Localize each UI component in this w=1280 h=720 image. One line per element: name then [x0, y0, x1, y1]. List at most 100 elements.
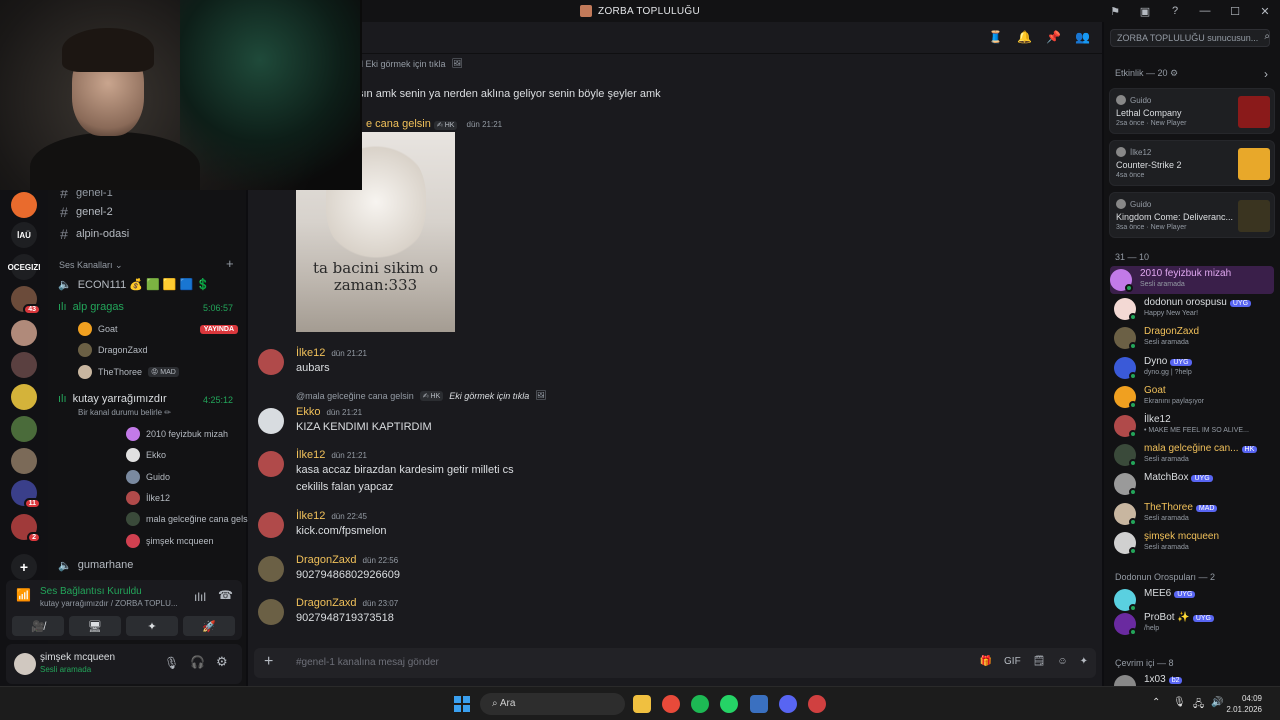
message-author[interactable]: e cana gelsin ✍ HK dün 21:21: [366, 118, 502, 130]
voice-status-title[interactable]: Ses Bağlantısı Kuruldu: [40, 586, 142, 597]
server-icon[interactable]: İAÜ: [11, 222, 37, 248]
volume-icon[interactable]: 🔊: [1211, 697, 1223, 708]
file-explorer-icon[interactable]: [633, 695, 651, 713]
help-icon[interactable]: ?: [1160, 5, 1190, 17]
microphone-icon[interactable]: 🎙: [164, 656, 179, 670]
notification-bell-icon[interactable]: 🔔: [1017, 30, 1032, 44]
avatar[interactable]: [258, 451, 284, 477]
message-author[interactable]: Ekko dün 21:21: [296, 406, 362, 418]
chrome-icon[interactable]: [662, 695, 680, 713]
member-item[interactable]: ProBot ✨ UYG/help: [1114, 610, 1274, 638]
member-item[interactable]: şimşek mcqueen Sesli aramada: [1114, 529, 1274, 557]
voice-channel-econ111[interactable]: 🔈 ECON111 💰 🟩 🟨 🟦 💲: [58, 275, 210, 293]
server-icon[interactable]: [11, 320, 37, 346]
voice-user[interactable]: TheThoree 😡 MAD: [78, 363, 238, 381]
inbox-icon[interactable]: ⚑: [1100, 5, 1130, 18]
member-item[interactable]: DragonZaxd Sesli aramada: [1114, 324, 1274, 352]
member-item[interactable]: Goat Ekranını paylaşıyor: [1114, 383, 1274, 411]
message-author[interactable]: DragonZaxd dün 22:56: [296, 554, 398, 566]
member-item[interactable]: TheThoree MAD Sesli aramada: [1114, 500, 1274, 528]
activity-card[interactable]: Guido Lethal Company 2sa önce · New Player: [1109, 88, 1275, 134]
voice-channel-gumarhane[interactable]: 🔈 gumarhane: [58, 556, 133, 574]
windows-start-icon[interactable]: [454, 696, 470, 712]
avatar[interactable]: [258, 349, 284, 375]
server-icon[interactable]: [11, 352, 37, 378]
server-icon[interactable]: 43: [11, 286, 41, 315]
screenshare-button[interactable]: 🖥: [69, 616, 121, 636]
disconnect-icon[interactable]: ☎: [218, 588, 233, 602]
message-composer[interactable]: + #genel-1 kanalına mesaj gönder 🎁 GIF 🗒…: [254, 648, 1096, 678]
minimize-button[interactable]: —: [1190, 5, 1220, 17]
voice-user[interactable]: DragonZaxd: [78, 341, 238, 359]
tray-chevron-icon[interactable]: ⌃: [1152, 697, 1160, 708]
member-item[interactable]: Dyno UYG dyno.gg | ?help: [1114, 354, 1274, 382]
voice-status-subtitle[interactable]: kutay yarrağımızdır / ZORBA TOPLU...: [40, 599, 178, 608]
voice-channel-alp-gragas[interactable]: ılı alp gragas: [58, 298, 124, 316]
sticker-icon[interactable]: 🗒: [1033, 656, 1046, 667]
soundboard-button[interactable]: 🚀: [183, 616, 235, 636]
server-icon[interactable]: 11: [11, 480, 41, 509]
emoji-icon[interactable]: ☺: [1057, 656, 1067, 667]
avatar[interactable]: [258, 556, 284, 582]
gif-icon[interactable]: GIF: [1004, 656, 1021, 667]
channel-status[interactable]: Bir kanal durumu belirle ✏: [78, 408, 171, 417]
camera-button[interactable]: 🎥̸: [12, 616, 64, 636]
close-button[interactable]: ✕: [1250, 5, 1280, 18]
member-item[interactable]: dodonun orospusu UYG Happy New Year!: [1114, 295, 1274, 323]
noise-icon[interactable]: ılıl: [194, 590, 206, 604]
message-author[interactable]: İlke12 dün 22:45: [296, 510, 367, 522]
settings-icon[interactable]: ⚙: [216, 654, 228, 670]
server-icon[interactable]: [11, 192, 37, 218]
member-item[interactable]: İlke12 • MAKE ME FEEL IM SO ALIVE...: [1114, 412, 1274, 440]
search-input[interactable]: ZORBA TOPLULUĞU sunucusun...: [1110, 29, 1270, 47]
reply-preview[interactable]: @mala gelceğine cana gelsin ✍ HK Eki görme…: [296, 390, 547, 401]
threads-icon[interactable]: 🧵: [988, 30, 1003, 44]
screen-icon[interactable]: ▣: [1130, 5, 1160, 18]
server-icon[interactable]: [11, 416, 37, 442]
voice-user[interactable]: Goat YAYINDA: [78, 320, 238, 338]
whatsapp-icon[interactable]: [720, 695, 738, 713]
gift-icon[interactable]: 🎁: [980, 656, 992, 667]
server-icon[interactable]: [11, 384, 37, 410]
member-item[interactable]: mala gelceğine can... HK Sesli aramada: [1114, 441, 1274, 469]
avatar[interactable]: [258, 512, 284, 538]
search-icon[interactable]: ⌕: [1264, 31, 1270, 42]
apps-icon[interactable]: ✦: [1080, 656, 1088, 667]
message-author[interactable]: İlke12 dün 21:21: [296, 347, 367, 359]
activity-button[interactable]: ✦: [126, 616, 178, 636]
taskbar-search[interactable]: ⌕ Ara: [480, 693, 625, 715]
avatar[interactable]: [258, 408, 284, 434]
channel-genel-2[interactable]: # genel-2: [58, 203, 113, 221]
activity-card[interactable]: İlke12 Counter-Strike 2 4sa önce: [1109, 140, 1275, 186]
server-icon[interactable]: OCEGIZI: [8, 254, 40, 280]
member-item[interactable]: 2010 feyizbuk mizah Sesli aramada: [1110, 266, 1274, 294]
voice-category[interactable]: Ses Kanalları ⌄: [59, 260, 123, 271]
reply-preview[interactable]: d Eki görmek için tıkla 🖼: [358, 58, 463, 69]
message-author[interactable]: İlke12 dün 21:21: [296, 449, 367, 461]
add-channel-icon[interactable]: +: [226, 256, 234, 271]
member-list-icon[interactable]: 👥: [1075, 30, 1090, 44]
pin-icon[interactable]: 📌: [1046, 30, 1061, 44]
app-icon[interactable]: [808, 695, 826, 713]
composer-placeholder[interactable]: #genel-1 kanalına mesaj gönder: [296, 657, 439, 668]
headphones-icon[interactable]: 🎧: [190, 655, 205, 669]
maximize-button[interactable]: ☐: [1220, 5, 1250, 18]
user-name[interactable]: şimşek mcqueen: [40, 652, 115, 663]
avatar[interactable]: [14, 653, 36, 675]
discord-icon[interactable]: [779, 695, 797, 713]
activity-card[interactable]: Guido Kingdom Come: Deliveranc... 3sa önce…: [1109, 192, 1275, 238]
system-clock[interactable]: 04:09 2.01.2026: [1226, 693, 1262, 715]
chevron-right-icon[interactable]: ›: [1264, 67, 1268, 81]
member-item[interactable]: MatchBox UYG: [1114, 470, 1274, 498]
spotify-icon[interactable]: [691, 695, 709, 713]
app-icon[interactable]: [750, 695, 768, 713]
voice-channel-kutay[interactable]: ılı kutay yarrağımızdır: [58, 390, 167, 408]
server-icon[interactable]: [11, 448, 37, 474]
add-server-button[interactable]: +: [11, 554, 37, 580]
server-icon[interactable]: 2: [11, 514, 41, 543]
microphone-icon[interactable]: 🎙: [1173, 697, 1186, 708]
network-icon[interactable]: 🖧: [1193, 697, 1204, 714]
attach-plus-icon[interactable]: +: [264, 653, 273, 671]
avatar[interactable]: [258, 599, 284, 625]
message-author[interactable]: DragonZaxd dün 23:07: [296, 597, 398, 609]
